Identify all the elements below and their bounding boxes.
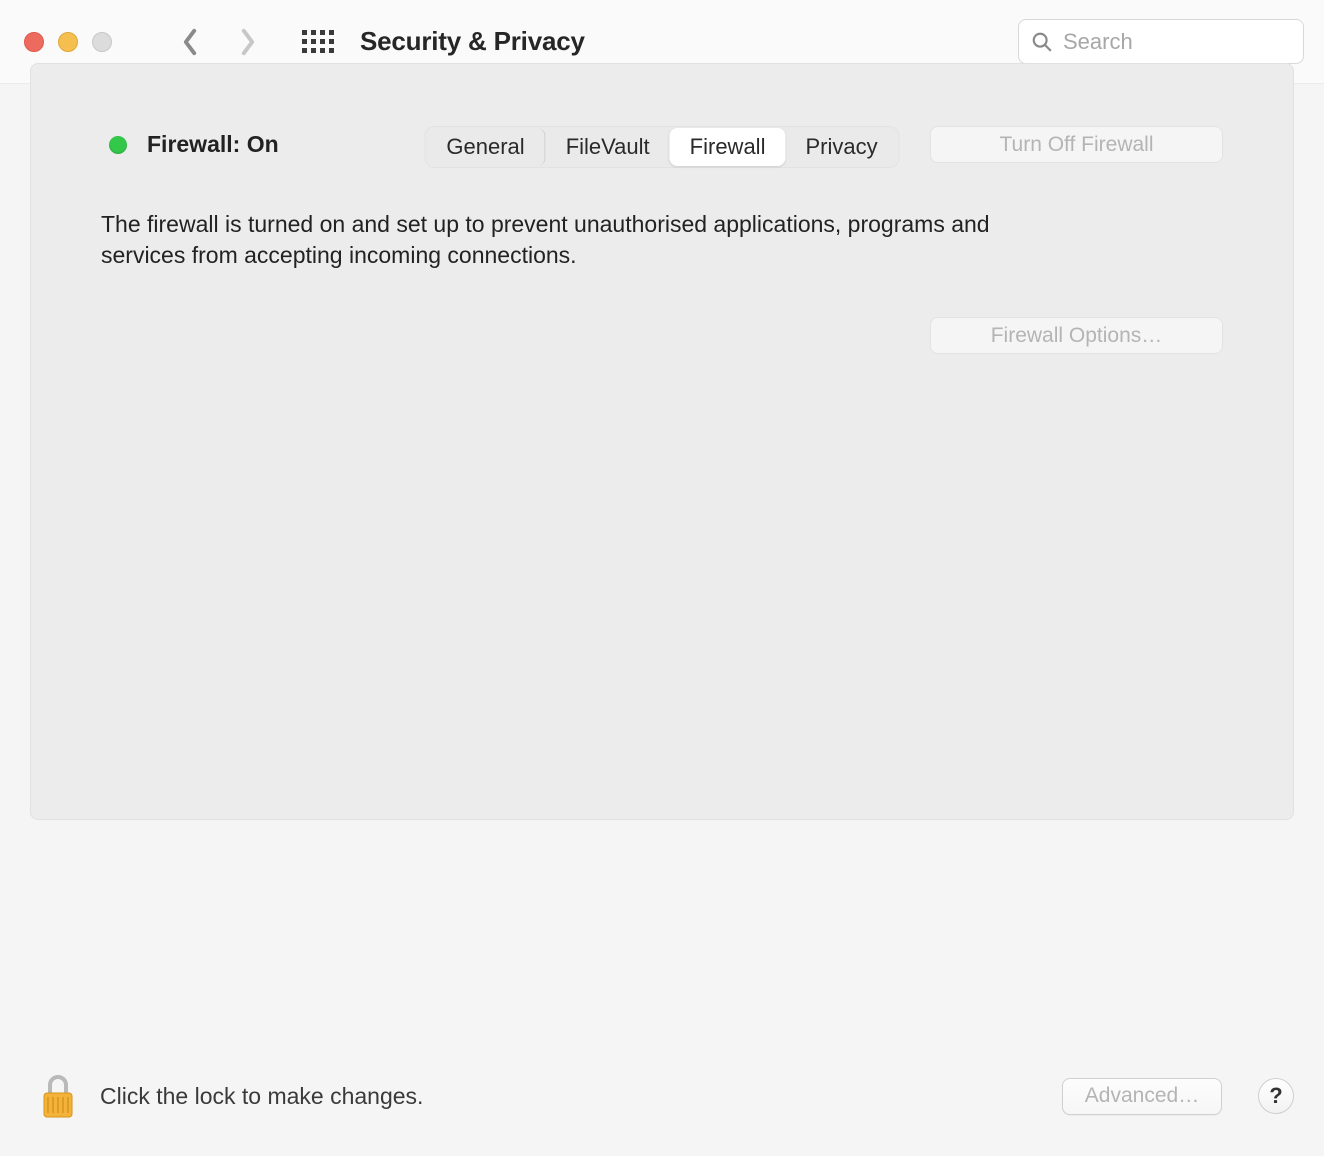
tab-privacy-label: Privacy: [805, 134, 877, 160]
chevron-left-icon: [180, 28, 200, 56]
window: Security & Privacy Firewall: On Turn Off…: [0, 0, 1324, 1156]
firewall-options-button[interactable]: Firewall Options…: [930, 317, 1223, 354]
firewall-status-label: Firewall: On: [147, 131, 279, 158]
chevron-right-icon: [238, 28, 258, 56]
lock-text: Click the lock to make changes.: [100, 1083, 423, 1110]
search-field[interactable]: [1018, 19, 1304, 64]
window-title: Security & Privacy: [360, 26, 585, 57]
grid-icon: [302, 30, 334, 53]
zoom-window-button[interactable]: [92, 32, 112, 52]
search-input[interactable]: [1063, 29, 1291, 55]
lock-button[interactable]: [38, 1071, 78, 1121]
status-indicator-icon: [109, 136, 127, 154]
firewall-pane: Firewall: On Turn Off Firewall The firew…: [30, 63, 1294, 820]
tab-filevault-label: FileVault: [566, 134, 650, 160]
turn-off-firewall-button[interactable]: Turn Off Firewall: [930, 126, 1223, 163]
forward-button[interactable]: [228, 22, 268, 62]
back-button[interactable]: [170, 22, 210, 62]
footer: Click the lock to make changes. Advanced…: [0, 1036, 1324, 1156]
tab-bar: General FileVault Firewall Privacy: [424, 126, 899, 168]
help-button[interactable]: ?: [1258, 1078, 1294, 1114]
turn-off-firewall-label: Turn Off Firewall: [999, 133, 1153, 157]
tab-firewall-label: Firewall: [690, 134, 766, 160]
pane-wrapper: Firewall: On Turn Off Firewall The firew…: [30, 84, 1294, 820]
tab-general[interactable]: General: [426, 128, 545, 166]
window-controls: [24, 32, 112, 52]
firewall-options-row: Firewall Options…: [101, 317, 1223, 354]
minimize-window-button[interactable]: [58, 32, 78, 52]
help-label: ?: [1269, 1083, 1282, 1109]
lock-icon: [39, 1073, 77, 1121]
tab-privacy[interactable]: Privacy: [785, 128, 897, 166]
advanced-button[interactable]: Advanced…: [1062, 1078, 1222, 1115]
firewall-options-label: Firewall Options…: [991, 324, 1163, 348]
show-all-button[interactable]: [298, 22, 338, 62]
tab-filevault[interactable]: FileVault: [546, 128, 670, 166]
tab-general-label: General: [446, 134, 524, 160]
content-area: Firewall: On Turn Off Firewall The firew…: [0, 84, 1324, 1036]
tab-firewall[interactable]: Firewall: [670, 128, 786, 166]
close-window-button[interactable]: [24, 32, 44, 52]
advanced-label: Advanced…: [1085, 1084, 1199, 1108]
firewall-description: The firewall is turned on and set up to …: [101, 209, 1061, 271]
search-icon: [1031, 31, 1053, 53]
firewall-status: Firewall: On: [109, 131, 279, 158]
